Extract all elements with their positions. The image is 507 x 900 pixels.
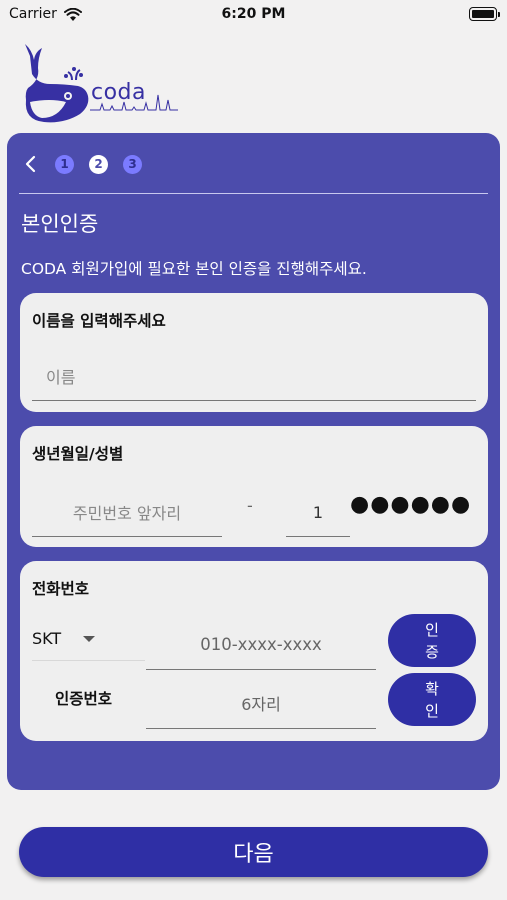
auth-button-label: 인증	[425, 620, 439, 661]
battery-icon	[469, 7, 500, 21]
step-2-badge: 2	[89, 154, 108, 174]
name-card: 이름을 입력해주세요 이름	[20, 293, 488, 412]
step-indicator: 1 2 3	[23, 150, 157, 178]
phone-card: 전화번호 SKT 010-xxxx-xxxx 인증 인증번호 6자리 확인	[20, 561, 488, 741]
resident-number-front-input[interactable]: 주민번호 앞자리	[32, 488, 222, 537]
page-subtitle: CODA 회원가입에 필요한 본인 인증을 진행해주세요.	[21, 260, 367, 278]
request-auth-button[interactable]: 인증	[388, 614, 476, 667]
confirm-button[interactable]: 확인	[388, 673, 476, 726]
page-title: 본인인증	[21, 212, 99, 236]
phone-number-input[interactable]: 010-xxxx-xxxx	[146, 619, 376, 670]
auth-code-input[interactable]: 6자리	[146, 678, 376, 729]
carrier-value: SKT	[32, 629, 62, 648]
birth-card: 생년월일/성별 주민번호 앞자리 - 1 ●●●●●●	[20, 426, 488, 547]
carrier-dropdown[interactable]: SKT	[32, 617, 145, 661]
gender-digit-input[interactable]: 1	[286, 488, 350, 537]
auth-code-label: 인증번호	[55, 690, 113, 708]
step-3-badge: 3	[123, 154, 142, 174]
step-1-badge: 1	[55, 154, 74, 174]
phone-label: 전화번호	[32, 580, 90, 598]
confirm-button-label: 확인	[425, 679, 439, 720]
name-input[interactable]: 이름	[32, 351, 476, 401]
chevron-down-icon	[83, 635, 96, 642]
resident-number-separator: -	[247, 496, 253, 515]
next-button[interactable]: 다음	[19, 827, 488, 877]
birth-label: 생년월일/성별	[32, 445, 124, 463]
header-divider	[19, 193, 488, 194]
coda-logo: coda	[20, 40, 180, 130]
back-icon[interactable]	[23, 154, 39, 174]
status-bar: Carrier 6:20 PM	[0, 0, 507, 30]
logo-wordmark: coda	[91, 80, 147, 105]
masked-digits: ●●●●●●	[350, 492, 472, 517]
status-time: 6:20 PM	[221, 6, 286, 22]
name-label: 이름을 입력해주세요	[32, 312, 166, 330]
